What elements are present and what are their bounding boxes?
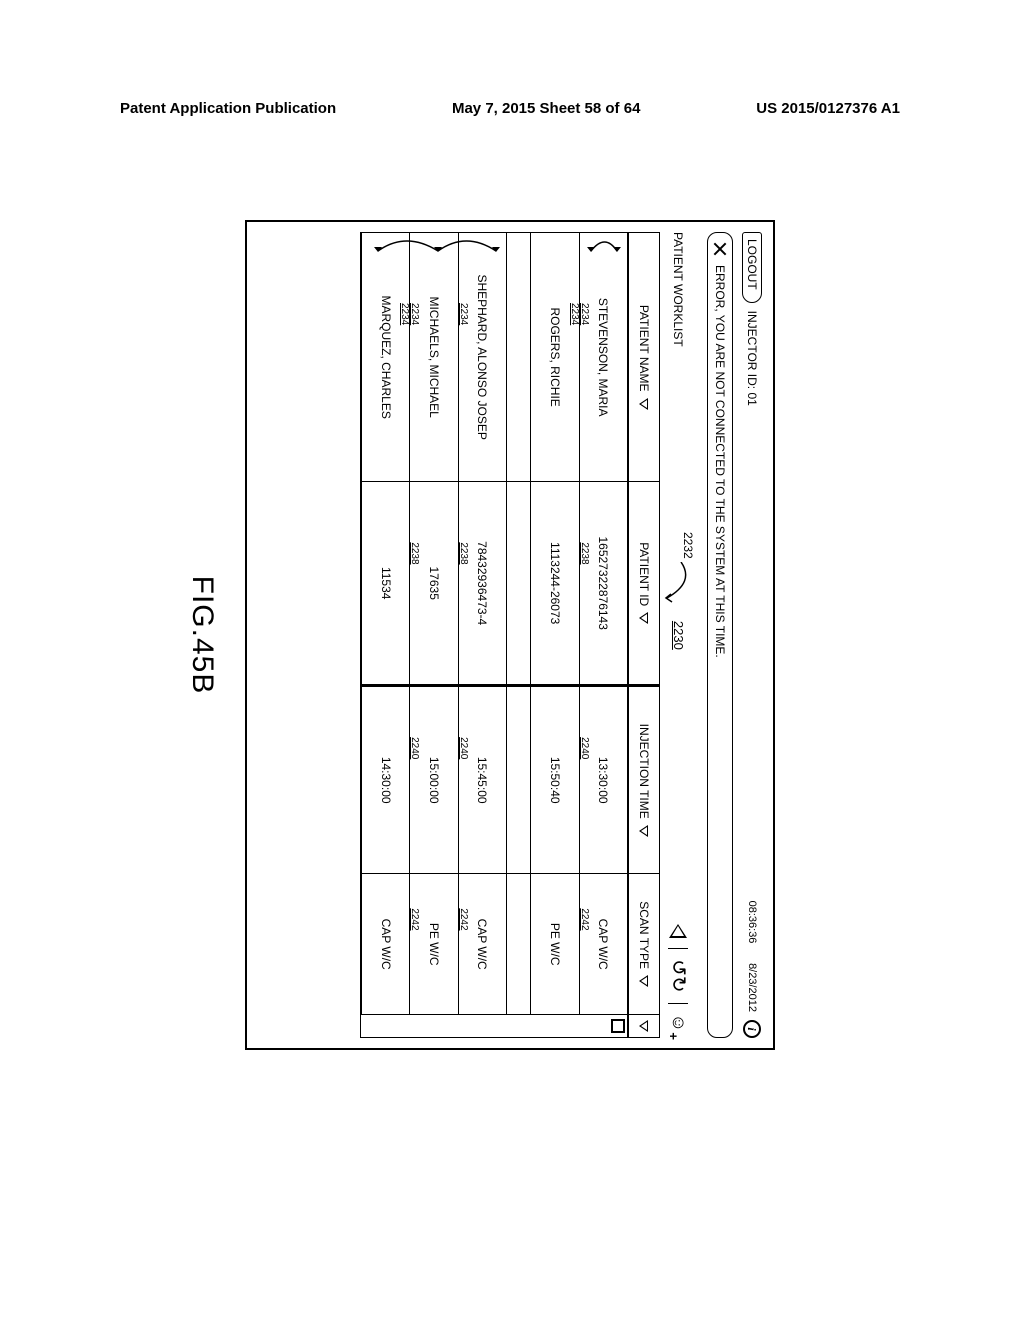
sort-icon: [640, 612, 649, 624]
hdr-scan-type[interactable]: SCAN TYPE: [627, 874, 659, 1014]
cell-scan[interactable]: CAP W/C2242: [579, 874, 627, 1014]
cell-name[interactable]: SHEPHARD, ALONSO JOSEP 2234: [458, 233, 506, 481]
logout-button[interactable]: LOGOUT: [742, 232, 762, 303]
cell-time[interactable]: 15:00:002240: [409, 687, 457, 873]
figure-label: FIG.45B: [185, 222, 219, 1048]
scrollbar-header: [627, 1015, 659, 1037]
col-patient-id: PATIENT ID 165273228761432238 1113244-26…: [361, 482, 659, 687]
cell-time[interactable]: 15:45:002240: [458, 687, 506, 873]
sort-icon: [640, 398, 649, 410]
worklist-table: PATIENT NAME STEVENSON, MARIA 2234 ROGER…: [360, 232, 660, 1038]
refresh-icon[interactable]: ↺↻: [669, 959, 689, 993]
cell-scan[interactable]: CAP W/C2242: [458, 874, 506, 1014]
cell-name[interactable]: MICHAELS, MICHAEL 2234: [409, 233, 457, 481]
cell-pid[interactable]: 78432936473-42238: [458, 482, 506, 684]
cell-pid[interactable]: 165273228761432238: [579, 482, 627, 684]
info-icon[interactable]: i: [743, 1020, 761, 1038]
sort-icon: [640, 825, 649, 837]
cell-pid[interactable]: 1113244-26073: [530, 482, 578, 684]
error-text: ERROR, YOU ARE NOT CONNECTED TO THE SYST…: [713, 265, 727, 658]
cell-time[interactable]: 14:30:00: [361, 687, 409, 873]
cell-name[interactable]: ROGERS, RICHIE 2234: [530, 233, 578, 481]
cell-scan[interactable]: PE W/C: [530, 874, 578, 1014]
cell-scan[interactable]: CAP W/C: [361, 874, 409, 1014]
hdr-injection-time[interactable]: INJECTION TIME: [627, 687, 659, 873]
hdr-patient-name[interactable]: PATIENT NAME: [627, 233, 659, 481]
error-x-icon: [712, 241, 728, 257]
sheet-label: May 7, 2015 Sheet 58 of 64: [452, 100, 640, 117]
sort-icon: [640, 1020, 649, 1032]
ref-2230: 2230: [671, 621, 686, 650]
sort-icon: [640, 975, 649, 987]
hdr-patient-id[interactable]: PATIENT ID: [627, 482, 659, 684]
cell-scan[interactable]: PE W/C2242: [409, 874, 457, 1014]
screen-frame: LOGOUT INJECTOR ID: 01 08:36:36 8/23/201…: [245, 220, 775, 1050]
col-injection-time: INJECTION TIME 13:30:002240 15:50:40 15:…: [361, 687, 659, 874]
error-banner: ERROR, YOU ARE NOT CONNECTED TO THE SYST…: [707, 232, 733, 1038]
col-scan-type: SCAN TYPE CAP W/C2242 PE W/C CAP W/C2242…: [361, 874, 659, 1015]
scrollbar-thumb[interactable]: [611, 1019, 625, 1033]
add-patient-icon[interactable]: ☺: [668, 1014, 689, 1032]
pub-label: Patent Application Publication: [120, 100, 336, 117]
cell-time[interactable]: 15:50:40: [530, 687, 578, 873]
cell-name[interactable]: MARQUEZ, CHARLES 2234: [361, 233, 409, 481]
cell-name[interactable]: STEVENSON, MARIA 2234: [579, 233, 627, 481]
cell-pid[interactable]: 176352238: [409, 482, 457, 684]
injector-id-label: INJECTOR ID: 01: [745, 311, 759, 893]
toolbar: ↺↻ ☺: [668, 924, 689, 1032]
cell-pid[interactable]: 11534: [361, 482, 409, 684]
date-label: 8/23/2012: [746, 963, 758, 1012]
back-icon[interactable]: [670, 924, 688, 938]
col-patient-name: PATIENT NAME STEVENSON, MARIA 2234 ROGER…: [361, 233, 659, 482]
pubnum-label: US 2015/0127376 A1: [756, 100, 900, 117]
link-arrow-icon: [580, 229, 627, 263]
gap-row: [506, 233, 531, 481]
worklist-title: PATIENT WORKLIST: [672, 232, 686, 347]
time-label: 08:36:36: [746, 901, 758, 944]
ref-2232-callout: 2232: [681, 532, 695, 559]
scrollbar[interactable]: [361, 1015, 659, 1037]
cell-time[interactable]: 13:30:002240: [579, 687, 627, 873]
